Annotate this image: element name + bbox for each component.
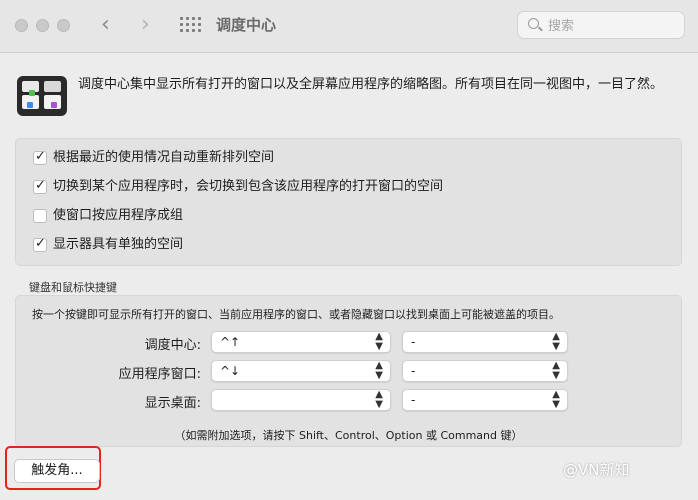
search-icon xyxy=(528,18,539,29)
row-label-show-desktop: 显示桌面: xyxy=(144,396,201,411)
forward-chevron-icon[interactable]: › xyxy=(141,12,150,38)
mission-control-app-icon xyxy=(17,76,67,116)
option-label: 显示器具有单独的空间 xyxy=(53,237,184,252)
popup-value: ^↓ xyxy=(220,364,241,378)
option-label: 切换到某个应用程序时，会切换到包含该应用程序的打开窗口的空间 xyxy=(53,179,444,194)
shortcuts-description: 按一个按键即可显示所有打开的窗口、当前应用程序的窗口、或者隐藏窗口以找到桌面上可… xyxy=(32,308,560,321)
show-desktop-key-popup[interactable]: ▲ ▼ xyxy=(211,389,391,411)
popup-arrows-icon: ▲ ▼ xyxy=(375,360,383,381)
mission-control-key-popup[interactable]: ^↑ ▲ ▼ xyxy=(211,331,391,353)
hot-corners-button[interactable]: 触发角... xyxy=(14,459,100,483)
popup-arrows-icon: ▲ ▼ xyxy=(375,389,383,410)
modifier-keys-note: （如需附加选项，请按下 Shift、Control、Option 或 Comma… xyxy=(174,429,523,442)
close-window-button[interactable] xyxy=(15,19,28,32)
popup-arrows-icon: ▲ ▼ xyxy=(552,331,560,352)
option-label: 根据最近的使用情况自动重新排列空间 xyxy=(53,150,275,165)
shortcuts-group: 按一个按键即可显示所有打开的窗口、当前应用程序的窗口、或者隐藏窗口以找到桌面上可… xyxy=(15,295,682,447)
window-titlebar: ‹ › 调度中心 xyxy=(0,0,698,53)
minimize-window-button[interactable] xyxy=(36,19,49,32)
row-label-mission-control: 调度中心: xyxy=(144,338,201,353)
show-all-grid-icon[interactable] xyxy=(180,17,201,35)
app-windows-key-popup[interactable]: ^↓ ▲ ▼ xyxy=(211,360,391,382)
popup-value: - xyxy=(411,364,416,378)
zoom-window-button[interactable] xyxy=(57,19,70,32)
app-windows-mouse-popup[interactable]: - ▲ ▼ xyxy=(402,360,568,382)
popup-value: ^↑ xyxy=(220,335,241,349)
back-chevron-icon[interactable]: ‹ xyxy=(101,12,110,38)
window-title: 调度中心 xyxy=(216,16,277,34)
checkbox-switch-to-space[interactable] xyxy=(33,178,47,194)
option-label: 使窗口按应用程序成组 xyxy=(53,208,184,223)
watermark-text: @VN新知 xyxy=(563,461,630,479)
row-label-app-windows: 应用程序窗口: xyxy=(118,367,201,382)
checkbox-group-by-app[interactable] xyxy=(33,209,47,223)
checkbox-auto-rearrange[interactable] xyxy=(33,149,47,165)
popup-value: - xyxy=(411,335,416,349)
pane-description: 调度中心集中显示所有打开的窗口以及全屏幕应用程序的缩略图。所有项目在同一视图中，… xyxy=(78,77,664,92)
search-field[interactable] xyxy=(517,11,685,39)
popup-arrows-icon: ▲ ▼ xyxy=(552,389,560,410)
mission-control-mouse-popup[interactable]: - ▲ ▼ xyxy=(402,331,568,353)
shortcuts-section-title: 键盘和鼠标快捷键 xyxy=(29,281,117,294)
popup-arrows-icon: ▲ ▼ xyxy=(552,360,560,381)
search-input[interactable] xyxy=(546,16,680,36)
popup-arrows-icon: ▲ ▼ xyxy=(375,331,383,352)
options-group: 根据最近的使用情况自动重新排列空间 切换到某个应用程序时，会切换到包含该应用程序… xyxy=(15,138,682,266)
show-desktop-mouse-popup[interactable]: - ▲ ▼ xyxy=(402,389,568,411)
popup-value: - xyxy=(411,393,416,407)
checkbox-separate-spaces[interactable] xyxy=(33,236,47,252)
